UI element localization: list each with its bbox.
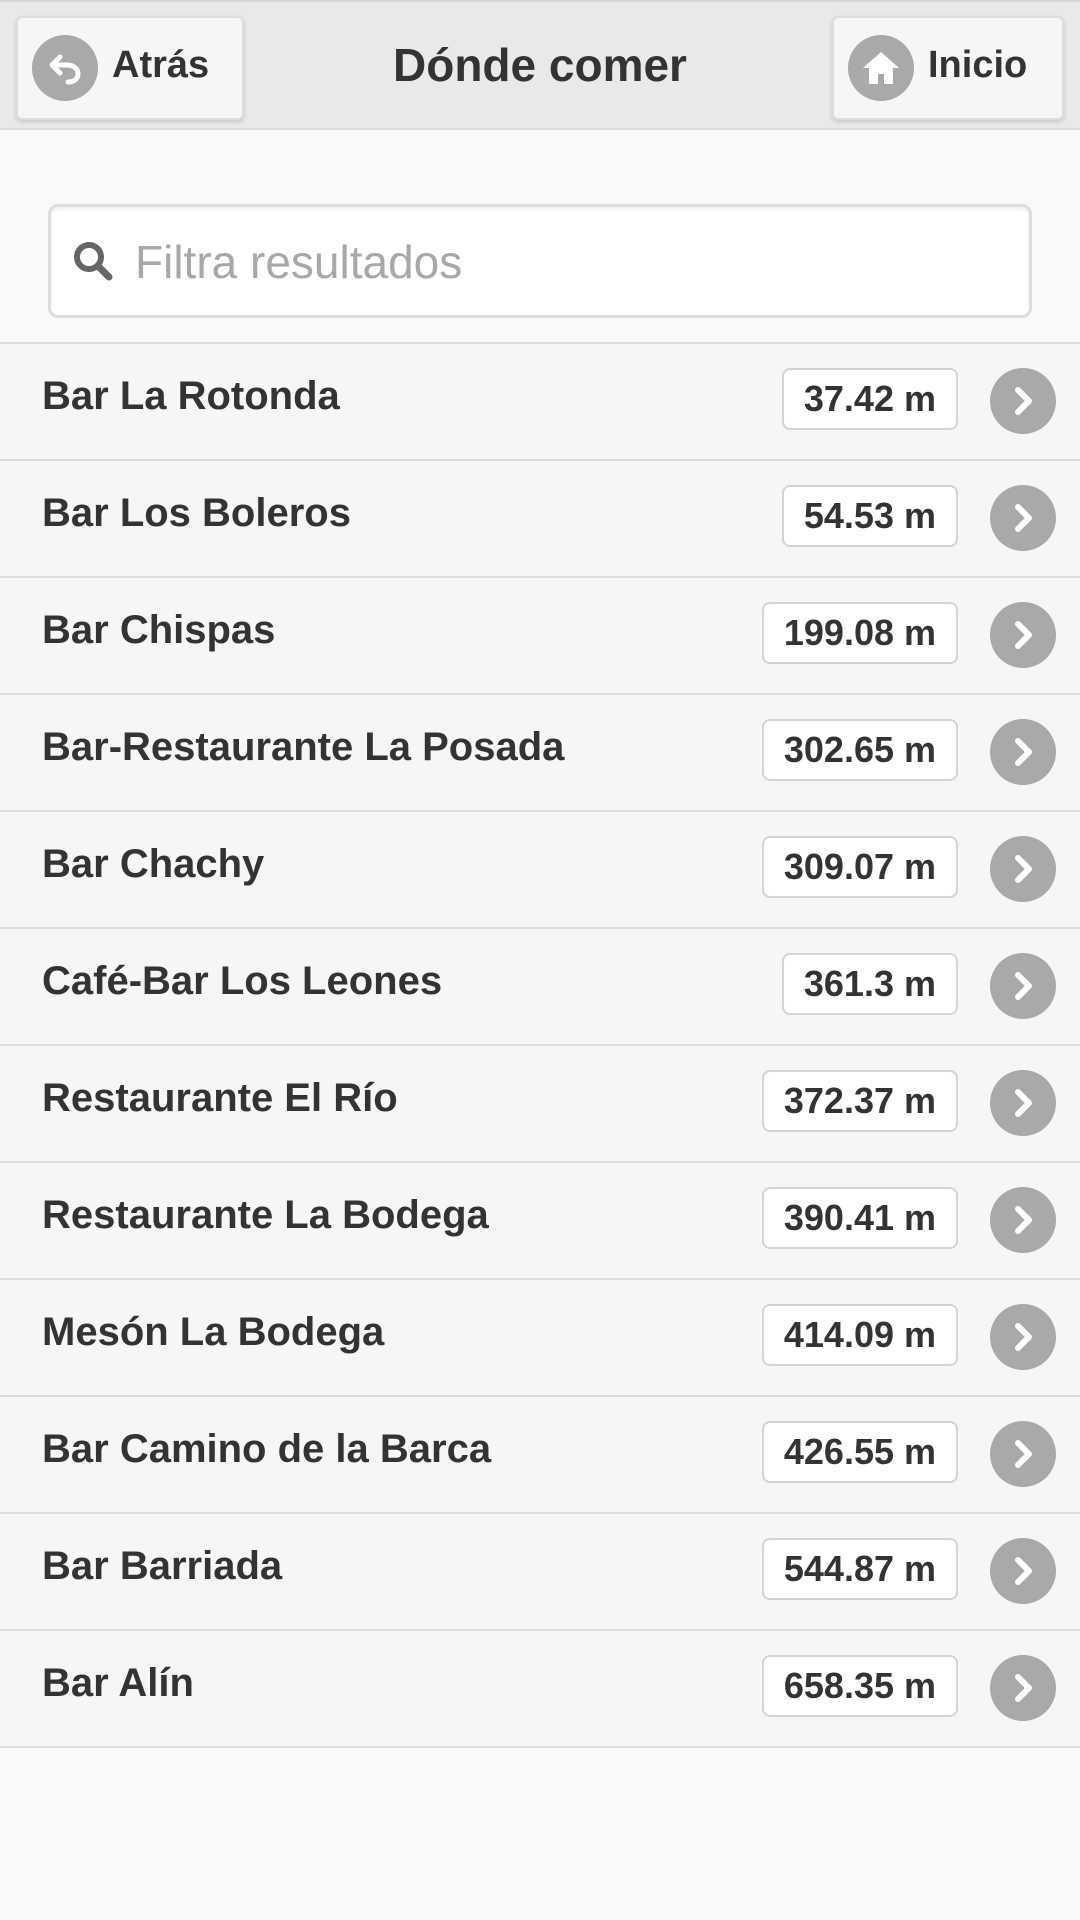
list-item[interactable]: Restaurante El Río 372.37 m — [0, 1046, 1080, 1163]
place-name: Mesón La Bodega — [42, 1310, 385, 1354]
search-icon — [69, 237, 119, 287]
place-name: Bar Chachy — [42, 842, 265, 886]
chevron-right-icon[interactable] — [990, 1538, 1056, 1604]
place-name: Restaurante La Bodega — [42, 1193, 489, 1237]
places-list: Bar La Rotonda 37.42 m Bar Los Boleros 54.5… — [0, 342, 1080, 1748]
back-arrow-icon — [32, 35, 98, 101]
distance-badge: 658.35 m — [761, 1655, 958, 1717]
back-button-label: Atrás — [112, 43, 210, 86]
place-name: Bar La Rotonda — [42, 374, 340, 418]
list-item[interactable]: Bar Alín 658.35 m — [0, 1631, 1080, 1748]
chevron-right-icon[interactable] — [990, 1655, 1056, 1721]
list-item[interactable]: Bar Chachy 309.07 m — [0, 812, 1080, 929]
distance-badge: 302.65 m — [761, 719, 958, 781]
home-icon — [848, 35, 914, 101]
chevron-right-icon[interactable] — [990, 1304, 1056, 1370]
distance-badge: 544.87 m — [761, 1538, 958, 1600]
place-name: Bar Los Boleros — [42, 491, 351, 535]
chevron-right-icon[interactable] — [990, 1070, 1056, 1136]
list-item[interactable]: Mesón La Bodega 414.09 m — [0, 1280, 1080, 1397]
place-name: Bar Alín — [42, 1661, 194, 1705]
distance-badge: 390.41 m — [761, 1187, 958, 1249]
distance-badge: 309.07 m — [761, 836, 958, 898]
chevron-right-icon[interactable] — [990, 953, 1056, 1019]
list-item[interactable]: Bar La Rotonda 37.42 m — [0, 344, 1080, 461]
place-name: Bar Camino de la Barca — [42, 1427, 492, 1471]
place-name: Restaurante El Río — [42, 1076, 398, 1120]
list-item[interactable]: Bar Los Boleros 54.53 m — [0, 461, 1080, 578]
chevron-right-icon[interactable] — [990, 1421, 1056, 1487]
place-name: Bar Chispas — [42, 608, 276, 652]
place-name: Café-Bar Los Leones — [42, 959, 443, 1003]
list-item[interactable]: Bar Camino de la Barca 426.55 m — [0, 1397, 1080, 1514]
back-button[interactable]: Atrás — [16, 16, 244, 120]
distance-badge: 426.55 m — [761, 1421, 958, 1483]
chevron-right-icon[interactable] — [990, 485, 1056, 551]
chevron-right-icon[interactable] — [990, 368, 1056, 434]
distance-badge: 414.09 m — [761, 1304, 958, 1366]
home-button-label: Inicio — [928, 43, 1028, 86]
chevron-right-icon[interactable] — [990, 836, 1056, 902]
list-item[interactable]: Bar-Restaurante La Posada 302.65 m — [0, 695, 1080, 812]
header-bar: Atrás Dónde comer Inicio — [0, 0, 1080, 130]
distance-badge: 199.08 m — [761, 602, 958, 664]
place-name: Bar-Restaurante La Posada — [42, 725, 565, 769]
chevron-right-icon[interactable] — [990, 719, 1056, 785]
distance-badge: 372.37 m — [761, 1070, 958, 1132]
search-field[interactable] — [48, 204, 1032, 318]
distance-badge: 361.3 m — [781, 953, 958, 1015]
search-input[interactable] — [135, 215, 1015, 309]
chevron-right-icon[interactable] — [990, 1187, 1056, 1253]
list-item[interactable]: Restaurante La Bodega 390.41 m — [0, 1163, 1080, 1280]
home-button[interactable]: Inicio — [832, 16, 1064, 120]
chevron-right-icon[interactable] — [990, 602, 1056, 668]
distance-badge: 54.53 m — [781, 485, 958, 547]
page-title: Dónde comer — [393, 39, 687, 91]
distance-badge: 37.42 m — [781, 368, 958, 430]
list-item[interactable]: Café-Bar Los Leones 361.3 m — [0, 929, 1080, 1046]
list-item[interactable]: Bar Barriada 544.87 m — [0, 1514, 1080, 1631]
list-item[interactable]: Bar Chispas 199.08 m — [0, 578, 1080, 695]
place-name: Bar Barriada — [42, 1544, 283, 1588]
